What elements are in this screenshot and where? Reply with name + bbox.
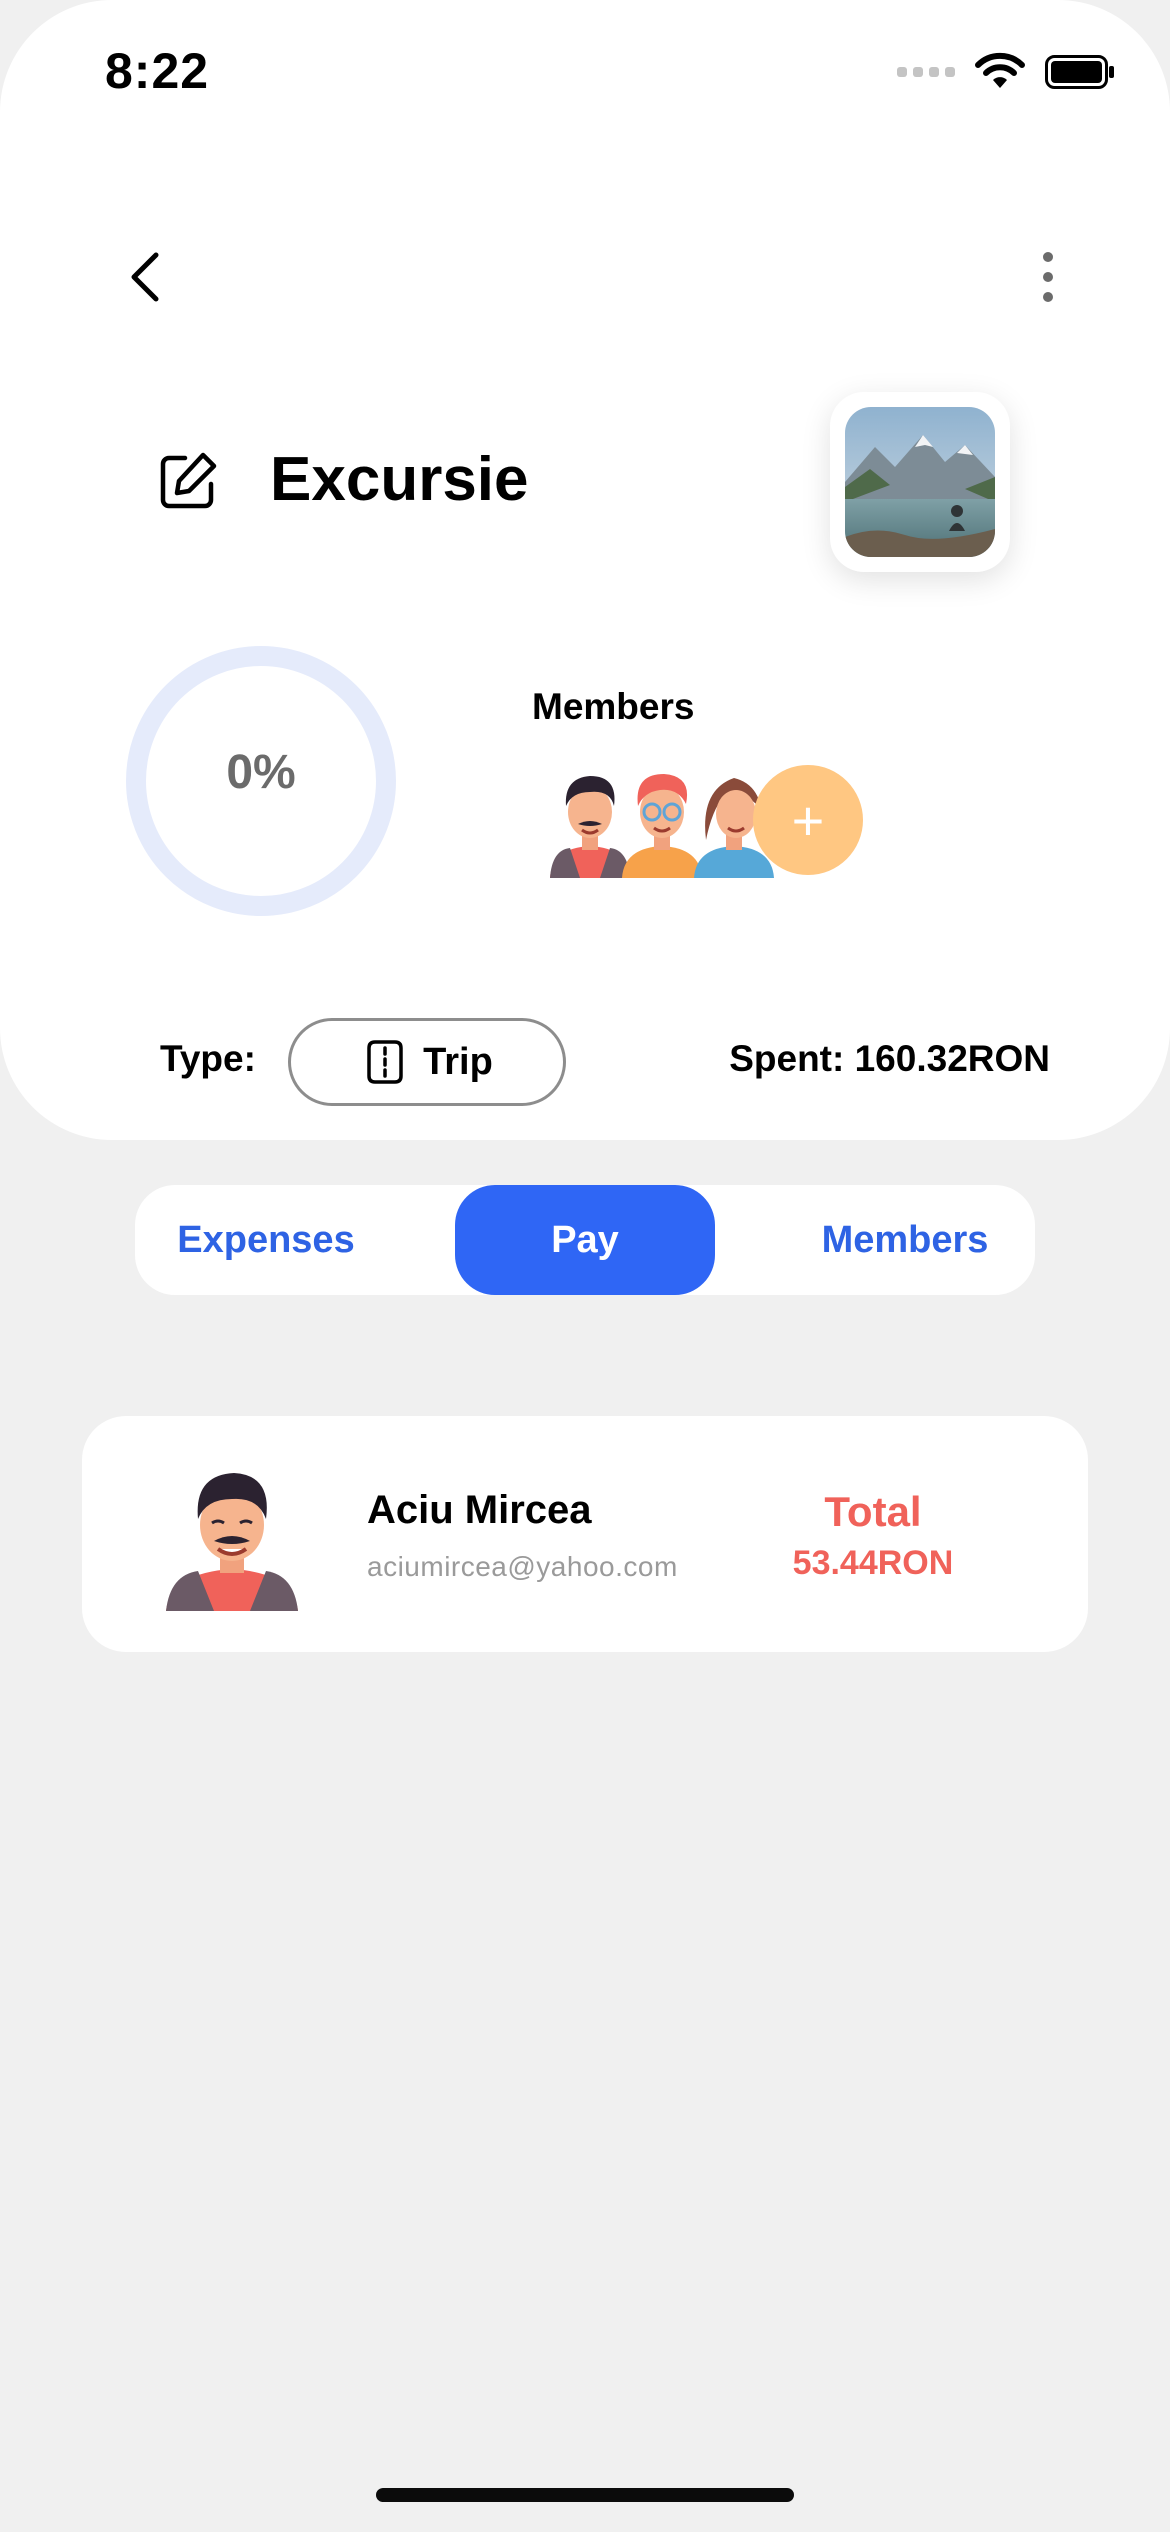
member-avatars: +	[540, 760, 880, 878]
trip-header-card: 8:22 Excursie 0% Members + Type: Trip Sp…	[0, 0, 1170, 1140]
members-label: Members	[532, 686, 695, 727]
list-item[interactable]: Aciu Mircea aciumircea@yahoo.com Total 5…	[82, 1416, 1088, 1652]
home-indicator[interactable]	[376, 2488, 794, 2502]
battery-icon	[1045, 55, 1114, 89]
total-label: Total	[824, 1488, 922, 1535]
back-button[interactable]	[118, 245, 174, 309]
spent-total: Spent: 160.32RON	[729, 1038, 1050, 1079]
road-icon	[367, 1040, 403, 1084]
trip-cover-image[interactable]	[830, 392, 1010, 572]
trip-title: Excursie	[270, 445, 529, 514]
more-options-button[interactable]	[1030, 245, 1066, 309]
cellular-signal-icon	[897, 67, 955, 77]
type-label: Type:	[160, 1038, 256, 1079]
tab-pay[interactable]: Pay	[455, 1185, 715, 1295]
tab-members[interactable]: Members	[770, 1185, 1040, 1295]
landscape-photo	[845, 407, 995, 557]
member-avatar	[166, 1473, 298, 1611]
member-email: aciumircea@yahoo.com	[367, 1551, 678, 1582]
status-icons	[897, 52, 1115, 92]
type-value: Trip	[423, 1040, 493, 1083]
edit-title-button[interactable]	[157, 450, 219, 512]
status-time: 8:22	[105, 43, 210, 99]
member-name: Aciu Mircea	[367, 1488, 592, 1532]
tab-expenses[interactable]: Expenses	[135, 1185, 397, 1295]
type-selector[interactable]: Trip	[288, 1018, 566, 1106]
screen: 8:22 Excursie 0% Members + Type: Trip Sp…	[0, 0, 1170, 2532]
wifi-icon	[975, 52, 1025, 88]
total-amount: 53.44RON	[792, 1544, 954, 1582]
progress-percent: 0%	[226, 746, 296, 799]
section-tabs: Expenses Pay Members	[135, 1185, 1035, 1295]
add-member-button[interactable]: +	[753, 765, 863, 875]
